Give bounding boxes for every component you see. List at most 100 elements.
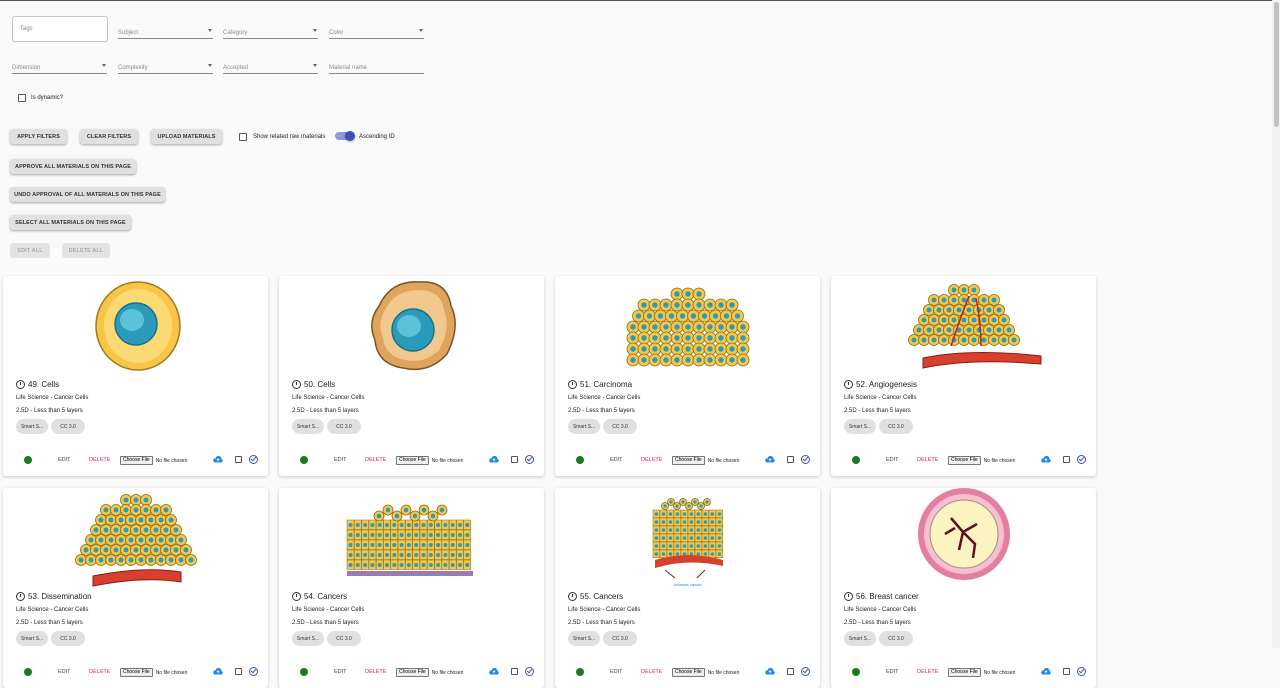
chip-license[interactable]: CC 3.0: [327, 631, 361, 646]
choose-file-button[interactable]: Choose File: [672, 668, 705, 677]
color-select[interactable]: Color: [329, 26, 424, 39]
material-image[interactable]: [3, 488, 268, 588]
delete-button[interactable]: DELETE: [917, 669, 938, 675]
material-image[interactable]: [279, 488, 544, 588]
choose-file-button[interactable]: Choose File: [396, 456, 429, 465]
chip-smart[interactable]: Smart S...: [844, 631, 876, 646]
approve-check-icon[interactable]: [525, 455, 534, 464]
cloud-upload-icon[interactable]: [765, 667, 775, 675]
select-checkbox[interactable]: [1063, 668, 1070, 675]
material-image[interactable]: [555, 276, 820, 376]
edit-button[interactable]: EDIT: [334, 457, 347, 463]
choose-file-button[interactable]: Choose File: [396, 668, 429, 677]
edit-button[interactable]: EDIT: [610, 457, 623, 463]
chip-license[interactable]: CC 3.0: [603, 631, 637, 646]
is-dynamic-checkbox[interactable]: [18, 94, 26, 102]
chip-smart[interactable]: Smart S...: [16, 419, 48, 434]
delete-button[interactable]: DELETE: [641, 457, 662, 463]
complexity-select[interactable]: Complexity: [118, 61, 213, 74]
choose-file-button[interactable]: Choose File: [120, 668, 153, 677]
cloud-upload-icon[interactable]: [489, 667, 499, 675]
approve-check-icon[interactable]: [1077, 455, 1086, 464]
delete-all-button[interactable]: DELETE ALL: [62, 243, 110, 258]
material-image[interactable]: [831, 488, 1096, 588]
chip-license[interactable]: CC 3.0: [51, 419, 85, 434]
accepted-select[interactable]: Accepted: [223, 61, 318, 74]
select-checkbox[interactable]: [235, 668, 242, 675]
tags-input[interactable]: Tags: [12, 16, 108, 42]
select-checkbox[interactable]: [787, 668, 794, 675]
file-input[interactable]: Choose File No file chosen: [120, 456, 187, 465]
choose-file-button[interactable]: Choose File: [120, 456, 153, 465]
delete-button[interactable]: DELETE: [641, 669, 662, 675]
clear-filters-button[interactable]: CLEAR FILTERS: [80, 129, 138, 144]
upload-materials-button[interactable]: UPLOAD MATERIALS: [151, 129, 222, 144]
edit-button[interactable]: EDIT: [58, 457, 71, 463]
cloud-upload-icon[interactable]: [213, 667, 223, 675]
ascending-toggle-thumb[interactable]: [345, 131, 355, 141]
dimension-select[interactable]: Dimension: [12, 61, 107, 74]
file-input[interactable]: Choose File No file chosen: [948, 456, 1015, 465]
chip-license[interactable]: CC 3.0: [603, 419, 637, 434]
subject-select[interactable]: Subject: [118, 26, 213, 39]
select-checkbox[interactable]: [511, 668, 518, 675]
cloud-upload-icon[interactable]: [765, 455, 775, 463]
edit-button[interactable]: EDIT: [886, 457, 899, 463]
chip-smart[interactable]: Smart S...: [844, 419, 876, 434]
delete-button[interactable]: DELETE: [365, 669, 386, 675]
approve-check-icon[interactable]: [1077, 667, 1086, 676]
edit-button[interactable]: EDIT: [610, 669, 623, 675]
scrollbar[interactable]: [1272, 0, 1280, 648]
chip-license[interactable]: CC 3.0: [51, 631, 85, 646]
file-input[interactable]: Choose File No file chosen: [396, 456, 463, 465]
apply-filters-button[interactable]: APPLY FILTERS: [10, 129, 67, 144]
delete-button[interactable]: DELETE: [917, 457, 938, 463]
category-select[interactable]: Category: [223, 26, 318, 39]
material-image[interactable]: Invasive cancer: [555, 488, 820, 588]
show-related-checkbox[interactable]: [239, 133, 247, 141]
cloud-upload-icon[interactable]: [213, 455, 223, 463]
chip-smart[interactable]: Smart S...: [292, 419, 324, 434]
delete-button[interactable]: DELETE: [89, 457, 110, 463]
material-name-input[interactable]: Material name: [329, 61, 424, 74]
select-checkbox[interactable]: [511, 456, 518, 463]
select-all-button[interactable]: SELECT ALL MATERIALS ON THIS PAGE: [10, 215, 131, 230]
scrollbar-thumb[interactable]: [1274, 2, 1279, 127]
choose-file-button[interactable]: Choose File: [672, 456, 705, 465]
chip-smart[interactable]: Smart S...: [292, 631, 324, 646]
cloud-upload-icon[interactable]: [1041, 667, 1051, 675]
material-image[interactable]: [831, 276, 1096, 376]
file-input[interactable]: Choose File No file chosen: [948, 668, 1015, 677]
file-input[interactable]: Choose File No file chosen: [396, 668, 463, 677]
file-input[interactable]: Choose File No file chosen: [120, 668, 187, 677]
chip-license[interactable]: CC 3.0: [327, 419, 361, 434]
chip-smart[interactable]: Smart S...: [568, 419, 600, 434]
file-input[interactable]: Choose File No file chosen: [672, 456, 739, 465]
approve-check-icon[interactable]: [249, 455, 258, 464]
approve-check-icon[interactable]: [525, 667, 534, 676]
chip-smart[interactable]: Smart S...: [16, 631, 48, 646]
edit-button[interactable]: EDIT: [886, 669, 899, 675]
chip-smart[interactable]: Smart S...: [568, 631, 600, 646]
approve-check-icon[interactable]: [249, 667, 258, 676]
cloud-upload-icon[interactable]: [1041, 455, 1051, 463]
select-checkbox[interactable]: [1063, 456, 1070, 463]
edit-button[interactable]: EDIT: [58, 669, 71, 675]
approve-all-button[interactable]: APPROVE ALL MATERIALS ON THIS PAGE: [10, 159, 136, 174]
edit-button[interactable]: EDIT: [334, 669, 347, 675]
approve-check-icon[interactable]: [801, 455, 810, 464]
chip-license[interactable]: CC 3.0: [879, 419, 913, 434]
cloud-upload-icon[interactable]: [489, 455, 499, 463]
material-image[interactable]: [3, 276, 268, 376]
choose-file-button[interactable]: Choose File: [948, 668, 981, 677]
delete-button[interactable]: DELETE: [89, 669, 110, 675]
chip-license[interactable]: CC 3.0: [879, 631, 913, 646]
select-checkbox[interactable]: [235, 456, 242, 463]
undo-approval-button[interactable]: UNDO APPROVAL OF ALL MATERIALS ON THIS P…: [10, 187, 165, 202]
edit-all-button[interactable]: EDIT ALL: [10, 243, 50, 258]
file-input[interactable]: Choose File No file chosen: [672, 668, 739, 677]
select-checkbox[interactable]: [787, 456, 794, 463]
delete-button[interactable]: DELETE: [365, 457, 386, 463]
approve-check-icon[interactable]: [801, 667, 810, 676]
material-image[interactable]: [279, 276, 544, 376]
